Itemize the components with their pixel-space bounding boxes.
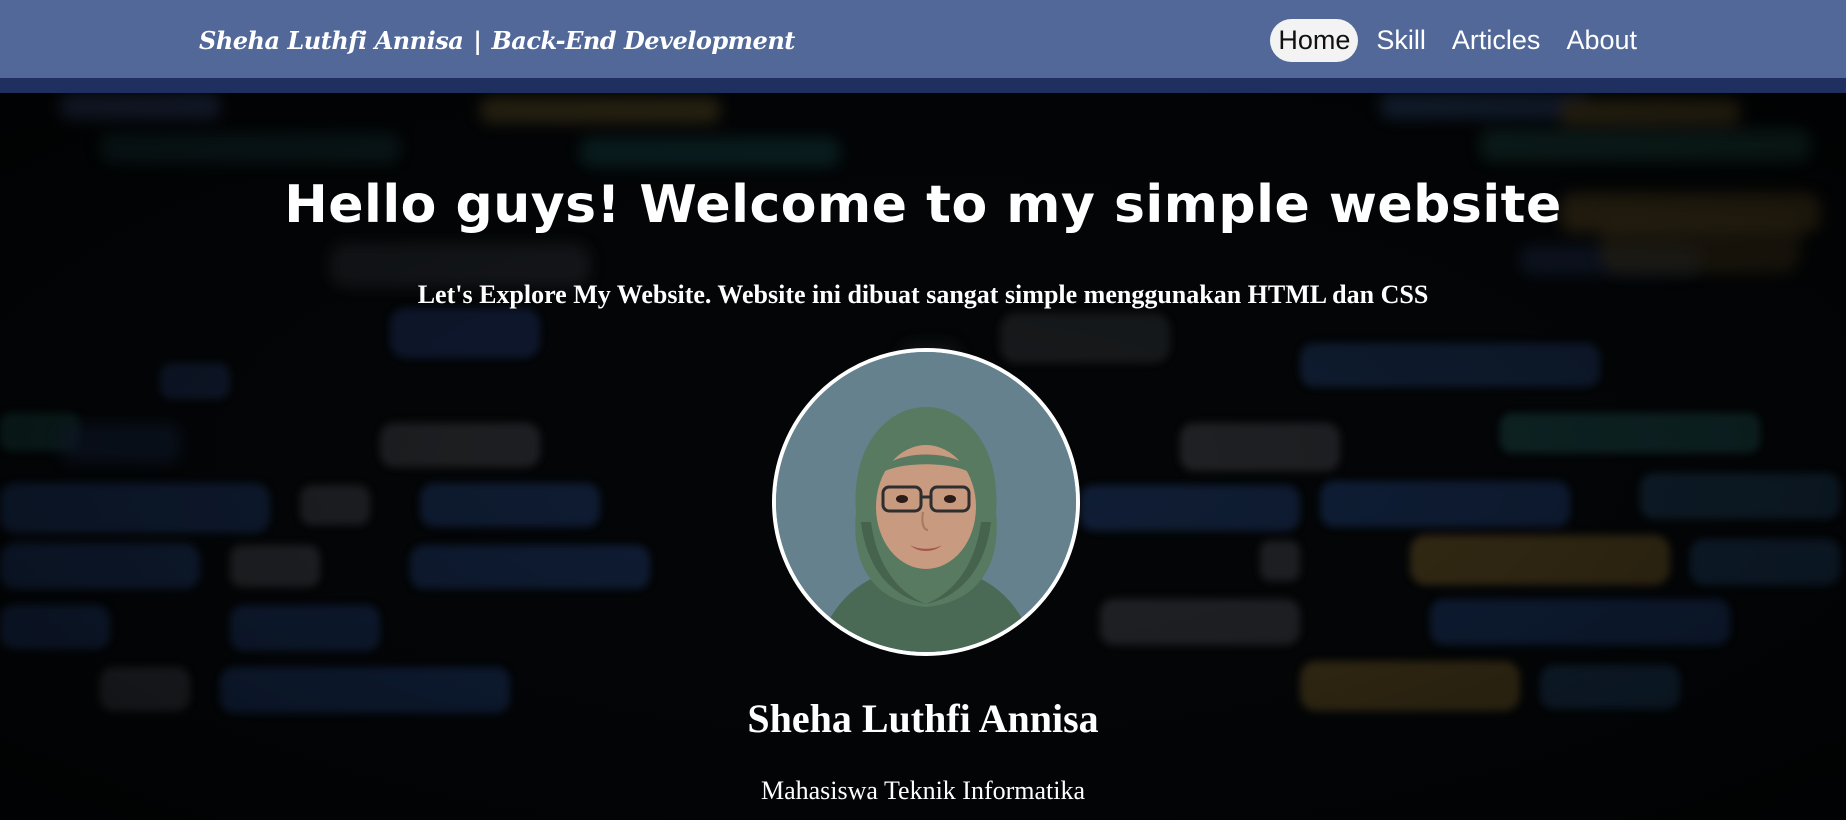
- avatar: [772, 348, 1080, 656]
- profile-photo: [776, 352, 1076, 652]
- hero-subtitle: Let's Explore My Website. Website ini di…: [417, 280, 1429, 309]
- brand[interactable]: Sheha Luthfi Annisa | Back-End Development: [199, 26, 795, 55]
- nav-link-articles[interactable]: Articles: [1444, 19, 1549, 62]
- brand-role: Back-End Development: [491, 26, 796, 55]
- nav-link-skill[interactable]: Skill: [1368, 19, 1434, 62]
- brand-name: Sheha Luthfi Annisa: [199, 26, 464, 55]
- profile-role: Mahasiswa Teknik Informatika: [760, 776, 1086, 805]
- nav-link-about[interactable]: About: [1558, 19, 1645, 62]
- profile-name: Sheha Luthfi Annisa: [747, 696, 1099, 741]
- hero-title: Hello guys! Welcome to my simple website: [284, 175, 1562, 235]
- nav-links: Home Skill Articles About: [1270, 19, 1645, 62]
- navbar: Sheha Luthfi Annisa | Back-End Development…: [0, 0, 1846, 93]
- nav-link-home[interactable]: Home: [1270, 19, 1359, 62]
- brand-separator: |: [473, 26, 482, 55]
